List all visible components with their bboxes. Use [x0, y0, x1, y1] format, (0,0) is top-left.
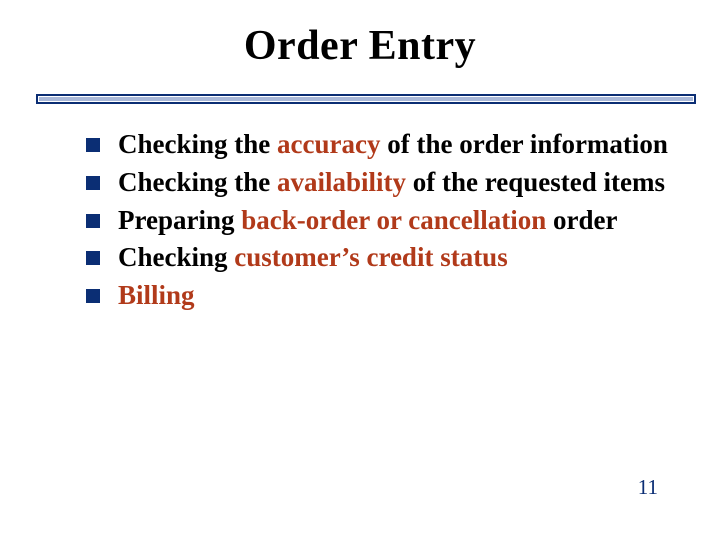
emphasis: customer’s credit status	[234, 242, 507, 272]
divider-inner	[39, 97, 693, 101]
emphasis: Billing	[118, 280, 195, 310]
list-item: Checking the accuracy of the order infor…	[86, 128, 680, 162]
square-bullet-icon	[86, 214, 100, 228]
slide: Order Entry Checking the accuracy of the…	[0, 0, 720, 540]
square-bullet-icon	[86, 251, 100, 265]
emphasis: availability	[277, 167, 406, 197]
list-item: Billing	[86, 279, 680, 313]
divider-outer	[36, 94, 696, 104]
list-item: Checking customer’s credit status	[86, 241, 680, 275]
list-item-text: Preparing back-order or cancellation ord…	[118, 204, 617, 238]
bullet-list: Checking the accuracy of the order infor…	[86, 128, 680, 317]
square-bullet-icon	[86, 138, 100, 152]
list-item: Preparing back-order or cancellation ord…	[86, 204, 680, 238]
square-bullet-icon	[86, 176, 100, 190]
title-divider	[36, 94, 696, 104]
list-item-text: Checking the availability of the request…	[118, 166, 665, 200]
list-item-text: Checking the accuracy of the order infor…	[118, 128, 668, 162]
slide-title: Order Entry	[0, 0, 720, 70]
page-number: 11	[638, 475, 658, 500]
list-item-text: Checking customer’s credit status	[118, 241, 508, 275]
emphasis: accuracy	[277, 129, 380, 159]
square-bullet-icon	[86, 289, 100, 303]
list-item-text: Billing	[118, 279, 195, 313]
list-item: Checking the availability of the request…	[86, 166, 680, 200]
emphasis: back-order or cancellation	[241, 205, 553, 235]
